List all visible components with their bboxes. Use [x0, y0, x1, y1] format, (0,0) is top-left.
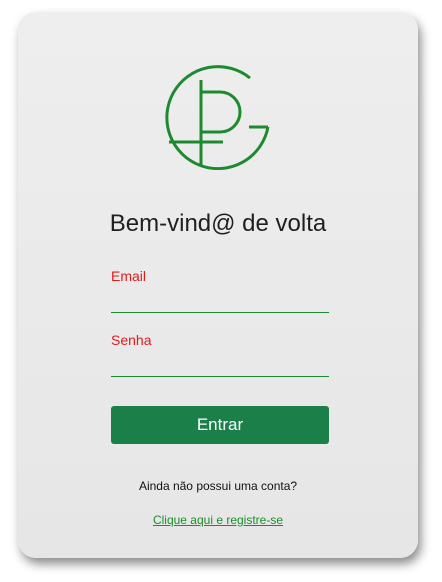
login-card: Bem-vind@ de volta Email Senha Entrar Ai…	[18, 12, 418, 558]
register-link[interactable]: Clique aqui e registre-se	[18, 513, 418, 527]
password-field[interactable]	[111, 354, 329, 377]
password-label: Senha	[111, 332, 152, 348]
email-label: Email	[111, 268, 147, 284]
login-button[interactable]: Entrar	[111, 406, 329, 444]
register-prompt: Ainda não possui uma conta?	[138, 479, 298, 493]
email-field[interactable]	[111, 290, 329, 313]
page-title: Bem-vind@ de volta	[109, 210, 327, 237]
pg-logo-icon	[165, 65, 270, 170]
